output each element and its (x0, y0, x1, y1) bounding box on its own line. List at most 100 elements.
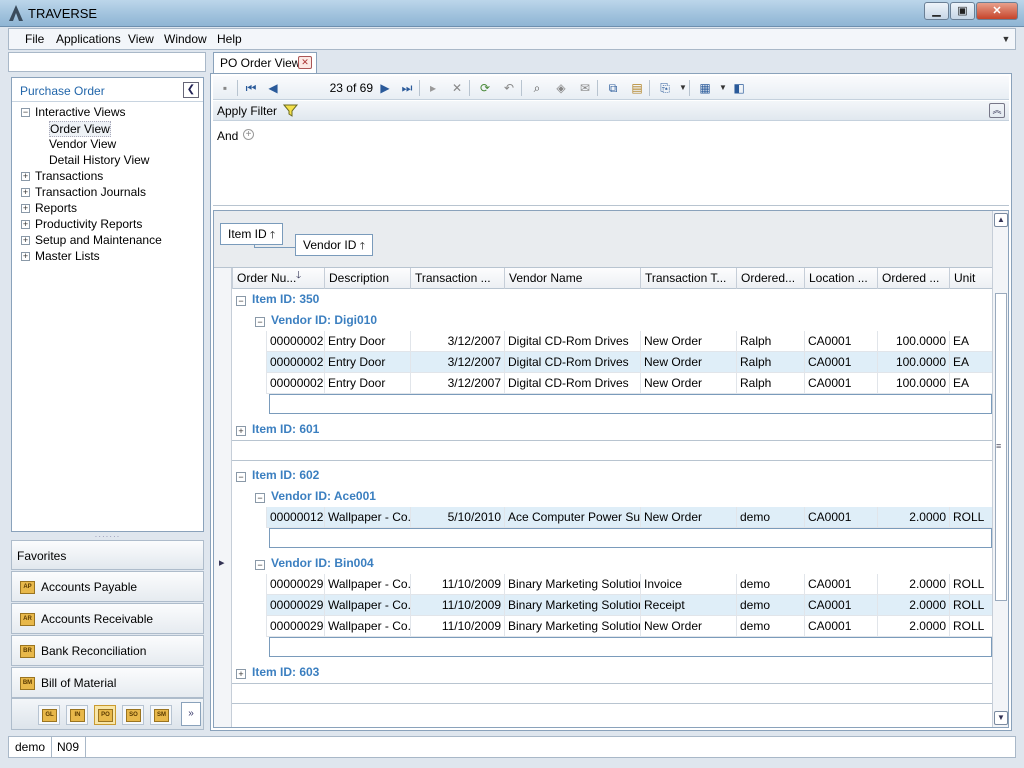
menu-file[interactable]: File (25, 32, 44, 46)
table-row[interactable]: 00000029 Wallpaper - Co... 11/10/2009 Binar… (266, 574, 992, 595)
table-row[interactable]: 00000029 Wallpaper - Co... 11/10/2009 Binar… (266, 595, 992, 616)
undo-icon[interactable]: ↶ (501, 80, 517, 96)
module-button[interactable]: AP Accounts Payable (11, 571, 204, 602)
collapse-icon[interactable]: − (255, 560, 265, 570)
tree-item[interactable]: + Productivity Reports (21, 217, 142, 233)
panel-splitter[interactable]: ······· (11, 532, 204, 541)
menu-view[interactable]: View (128, 32, 154, 46)
collapse-icon[interactable]: − (255, 493, 265, 503)
new-record-icon[interactable]: ▸ (425, 80, 441, 96)
save-icon[interactable]: ▪ (217, 80, 233, 96)
expand-icon[interactable]: + (21, 236, 30, 245)
tree-item[interactable]: + Transaction Journals (21, 185, 146, 201)
table-row[interactable]: 00000002 Entry Door 3/12/2007 Digital CD-Ro… (266, 352, 992, 373)
module-button[interactable]: BR Bank Reconciliation (11, 635, 204, 666)
next-record-icon[interactable]: ▶ (377, 80, 393, 96)
tab-po-order-view[interactable]: PO Order View ✕ (213, 52, 317, 73)
expand-icon[interactable]: + (21, 252, 30, 261)
expand-icon[interactable]: + (21, 172, 30, 181)
tree-item[interactable]: + Reports (21, 201, 77, 217)
copy-icon[interactable]: ⧉ (605, 80, 621, 96)
layout-dropdown-icon[interactable]: ▼ (715, 80, 731, 96)
first-record-icon[interactable]: ⏮ (243, 80, 259, 96)
menu-help[interactable]: Help (217, 32, 242, 46)
chevron-down-icon[interactable]: ▼ (999, 31, 1013, 47)
column-header[interactable]: Transaction ... (410, 268, 504, 289)
filter-icon[interactable] (283, 103, 299, 118)
group-chip-vendor-id[interactable]: Vendor ID 🡑 (295, 234, 373, 256)
collapse-icon[interactable]: − (21, 108, 30, 117)
minimize-button[interactable]: ▁ (924, 2, 949, 20)
refresh-icon[interactable]: ⟳ (477, 80, 493, 96)
scroll-up-icon[interactable]: ▲ (994, 213, 1008, 227)
expand-icon[interactable]: + (21, 220, 30, 229)
preview-icon[interactable]: ⌕ (529, 80, 545, 96)
module-button[interactable]: AR Accounts Receivable (11, 603, 204, 634)
group-row[interactable]: − Vendor ID: Digi010 (255, 310, 377, 331)
collapse-icon[interactable]: − (236, 472, 246, 482)
column-header[interactable]: Ordered... (736, 268, 804, 289)
tree-item[interactable]: Order View (49, 121, 111, 137)
expand-icon[interactable]: + (21, 188, 30, 197)
last-record-icon[interactable]: ⏭ (399, 80, 415, 96)
group-row[interactable]: + Item ID: 603 (236, 662, 319, 683)
group-row[interactable]: − Item ID: 350 (236, 289, 319, 310)
scroll-down-icon[interactable]: ▼ (994, 711, 1008, 725)
close-tab-icon[interactable]: ✕ (298, 56, 312, 69)
table-row[interactable]: 00000012 Wallpaper - Co... 5/10/2010 Ace Co… (266, 507, 992, 528)
maximize-button[interactable]: ▣ (950, 2, 975, 20)
previous-record-icon[interactable]: ◀ (265, 80, 281, 96)
group-row[interactable]: − Item ID: 602 (236, 465, 319, 486)
close-button[interactable]: ✕ (976, 2, 1018, 20)
table-row[interactable]: 00000002 Entry Door 3/12/2007 Digital CD-Ro… (266, 331, 992, 352)
group-chip-item-id[interactable]: Item ID 🡑 (220, 223, 284, 245)
column-header[interactable]: Location ... (804, 268, 877, 289)
expand-icon[interactable]: + (236, 669, 246, 679)
tree-item[interactable]: + Setup and Maintenance (21, 233, 162, 249)
print-icon[interactable]: ◈ (553, 80, 569, 96)
module-shortcut[interactable]: IN (66, 705, 88, 725)
column-header[interactable]: Order Nu... (232, 268, 324, 289)
group-row[interactable]: − Vendor ID: Ace001 (255, 486, 376, 507)
group-row[interactable]: − Vendor ID: Bin004 (255, 553, 374, 574)
menu-applications[interactable]: Applications (56, 32, 121, 46)
tree-item[interactable]: − Interactive Views (21, 105, 126, 121)
tree-item[interactable]: Vendor View (49, 137, 116, 153)
collapse-left-icon[interactable]: ❮ (183, 82, 199, 98)
paste-icon[interactable]: ▤ (629, 80, 645, 96)
module-shortcut[interactable]: GL (38, 705, 60, 725)
more-modules-icon[interactable]: » (181, 702, 201, 726)
export-icon[interactable]: ⎘ (657, 80, 673, 96)
module-shortcut[interactable]: SO (122, 705, 144, 725)
vertical-scrollbar[interactable]: ▲ ≡ ▼ (992, 211, 1008, 727)
module-button[interactable]: BM Bill of Material (11, 667, 204, 698)
module-shortcut[interactable]: PO (94, 705, 116, 725)
filter-and-label[interactable]: And (217, 129, 238, 143)
tree-item[interactable]: Detail History View (49, 153, 149, 169)
layout-icon[interactable]: ▦ (697, 80, 713, 96)
menu-window[interactable]: Window (164, 32, 207, 46)
column-header[interactable]: Description (324, 268, 410, 289)
window-icon[interactable]: ◧ (731, 80, 747, 96)
collapse-icon[interactable]: − (255, 317, 265, 327)
email-icon[interactable]: ✉ (577, 80, 593, 96)
column-header[interactable]: Vendor Name (504, 268, 640, 289)
add-condition-icon[interactable]: + (243, 129, 254, 140)
apply-filter-label[interactable]: Apply Filter (217, 104, 277, 118)
module-shortcut[interactable]: SM (150, 705, 172, 725)
table-row[interactable]: 00000002 Entry Door 3/12/2007 Digital CD-Ro… (266, 373, 992, 394)
tree-item[interactable]: + Master Lists (21, 249, 100, 265)
expand-icon[interactable]: + (236, 426, 246, 436)
table-row[interactable]: 00000029 Wallpaper - Co... 11/10/2009 Binar… (266, 616, 992, 637)
tree-item[interactable]: + Transactions (21, 169, 103, 185)
column-header[interactable]: Ordered ... (877, 268, 949, 289)
filter-editor[interactable]: And + (213, 122, 1009, 206)
column-header[interactable]: Transaction T... (640, 268, 736, 289)
column-header[interactable]: Unit (949, 268, 992, 289)
delete-icon[interactable]: ✕ (449, 80, 465, 96)
group-row[interactable]: + Item ID: 601 (236, 419, 319, 440)
collapse-filter-icon[interactable]: ︽ (989, 103, 1005, 118)
collapse-icon[interactable]: − (236, 296, 246, 306)
expand-icon[interactable]: + (21, 204, 30, 213)
favorites-header[interactable]: Favorites (11, 540, 204, 570)
